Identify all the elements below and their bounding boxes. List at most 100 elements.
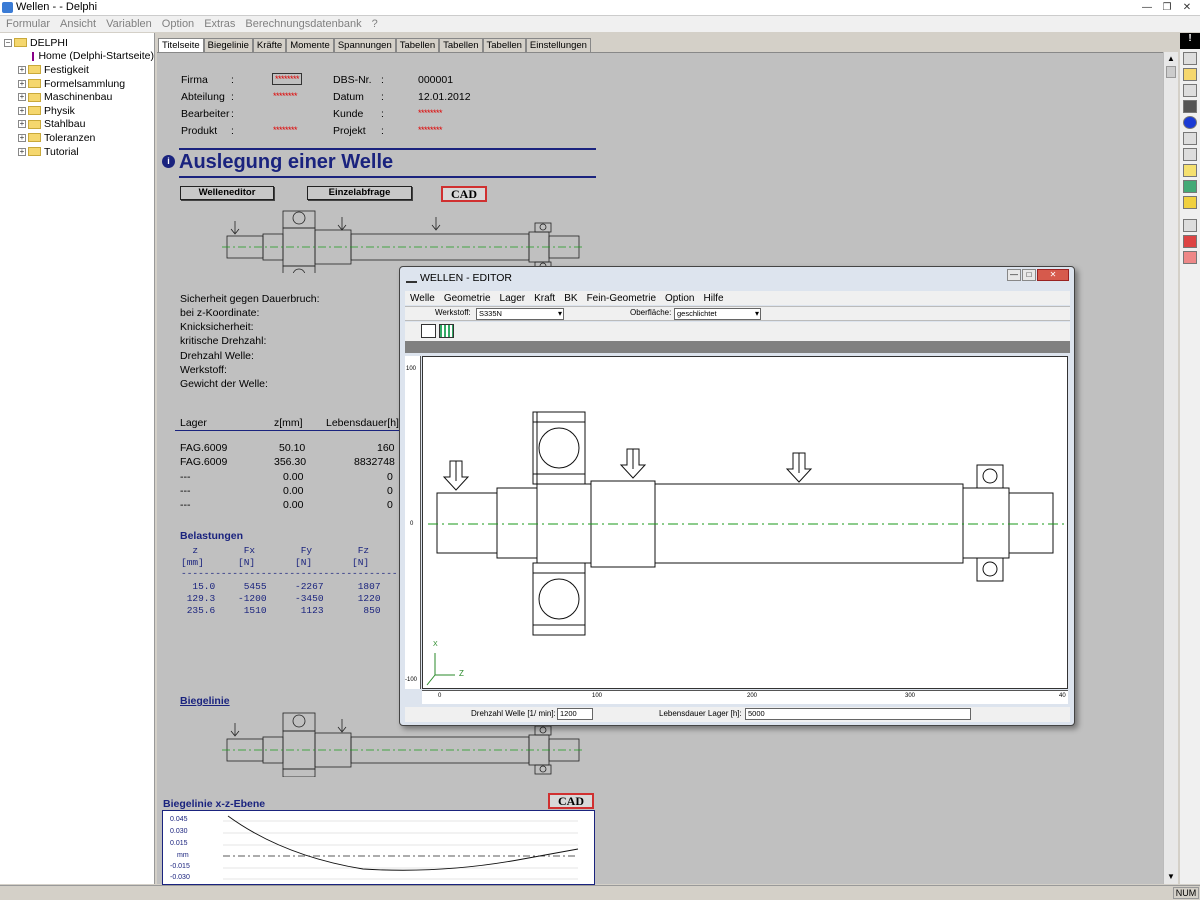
expand-icon[interactable]: +	[18, 133, 26, 142]
vertical-scrollbar[interactable]: ▲ ▼	[1163, 52, 1178, 884]
shaft-drawing	[426, 411, 1068, 686]
produkt-value[interactable]: ********	[273, 125, 298, 135]
folder-icon	[28, 133, 41, 143]
expand-icon[interactable]: +	[18, 120, 26, 129]
drehzahl-input[interactable]: 1200	[557, 708, 593, 720]
expand-icon[interactable]: +	[18, 106, 26, 115]
tree-item-stahlbau[interactable]: + Stahlbau	[4, 118, 154, 132]
expand-icon[interactable]: +	[18, 79, 26, 88]
scroll-thumb[interactable]	[1166, 66, 1176, 78]
preview-icon[interactable]	[1183, 132, 1197, 145]
folder-icon	[28, 79, 41, 89]
menu-extras[interactable]: Extras	[204, 18, 235, 30]
lebensdauer-input[interactable]: 5000	[745, 708, 971, 720]
minimize-icon[interactable]: —	[1007, 269, 1021, 281]
info-icon[interactable]	[1183, 116, 1197, 129]
ruler-tick: 100	[592, 693, 603, 699]
datum-value: 12.01.2012	[418, 91, 471, 103]
tab-spannungen[interactable]: Spannungen	[333, 38, 396, 52]
restore-icon[interactable]: ❐	[1158, 0, 1176, 14]
close-icon[interactable]: ✕	[1037, 269, 1069, 281]
shaft-drawing-canvas[interactable]: X Z	[422, 356, 1068, 689]
edit-icon[interactable]	[1183, 180, 1197, 193]
maximize-icon[interactable]: □	[1022, 269, 1036, 281]
result-knicksicherheit: Knicksicherheit:	[180, 321, 254, 333]
expand-icon[interactable]: +	[18, 93, 26, 102]
tree-root[interactable]: − DELPHI	[4, 36, 154, 50]
cad-button-biegelinie[interactable]: CAD	[548, 793, 594, 809]
expand-icon[interactable]: +	[18, 147, 26, 156]
info-icon[interactable]: i	[162, 155, 175, 168]
projekt-value[interactable]: ********	[418, 125, 443, 135]
collapse-icon[interactable]: −	[4, 38, 12, 47]
open-folder-icon[interactable]	[1183, 68, 1197, 81]
lebensdauer-header: Lebensdauer[h]	[326, 417, 399, 429]
tree-item-festigkeit[interactable]: + Festigkeit	[4, 63, 154, 77]
editor-menu-lager[interactable]: Lager	[500, 293, 526, 304]
tick-label: -0.015	[170, 863, 190, 870]
list-icon[interactable]	[1183, 251, 1197, 264]
folder-icon	[28, 106, 41, 116]
abteilung-value[interactable]: ********	[273, 91, 298, 101]
oberflaeche-select[interactable]: geschlichtet	[674, 308, 761, 320]
cad-button[interactable]: CAD	[441, 186, 487, 202]
kunde-value[interactable]: ********	[418, 108, 443, 118]
expand-icon[interactable]: +	[18, 65, 26, 74]
tab-kraefte[interactable]: Kräfte	[252, 38, 287, 52]
editor-menu-hilfe[interactable]: Hilfe	[704, 293, 724, 304]
tick-label: 0.030	[170, 828, 188, 835]
new-document-icon[interactable]	[1183, 52, 1197, 65]
editor-menu-bk[interactable]: BK	[564, 293, 577, 304]
welleneditor-button[interactable]: Welleneditor	[180, 186, 274, 200]
menu-option[interactable]: Option	[162, 18, 194, 30]
firma-value[interactable]: ********	[272, 73, 303, 85]
tab-momente[interactable]: Momente	[286, 38, 334, 52]
belastungen-separator: ----------------------------------------…	[181, 568, 432, 579]
tick-label: 0.045	[170, 816, 188, 823]
pin-icon[interactable]: !	[1180, 33, 1200, 49]
werkstoff-select[interactable]: S335N	[476, 308, 564, 320]
einzelabfrage-button[interactable]: Einzelabfrage	[307, 186, 412, 200]
scroll-up-icon[interactable]: ▲	[1166, 54, 1176, 64]
tree-item-formelsammlung[interactable]: + Formelsammlung	[4, 77, 154, 91]
editor-menu-kraft[interactable]: Kraft	[534, 293, 555, 304]
menu-help[interactable]: ?	[372, 18, 378, 30]
scroll-down-icon[interactable]: ▼	[1166, 872, 1176, 882]
tab-einstellungen[interactable]: Einstellungen	[525, 38, 591, 52]
z-header: z[mm]	[274, 417, 303, 429]
editor-menu-fein-geometrie[interactable]: Fein-Geometrie	[587, 293, 656, 304]
tree-item-tutorial[interactable]: + Tutorial	[4, 145, 154, 159]
table-icon[interactable]	[1183, 235, 1197, 248]
help-icon[interactable]	[1183, 164, 1197, 177]
editor-menu-welle[interactable]: Welle	[410, 293, 435, 304]
tab-tabellen-2[interactable]: Tabellen	[439, 38, 483, 52]
menu-ansicht[interactable]: Ansicht	[60, 18, 96, 30]
save-icon[interactable]	[1183, 84, 1197, 97]
grid-icon[interactable]	[439, 324, 454, 338]
minimize-icon[interactable]: —	[1138, 0, 1156, 14]
shaft-preview	[222, 210, 582, 273]
tab-titelseite[interactable]: Titelseite	[158, 38, 204, 52]
menu-formular[interactable]: Formular	[6, 18, 50, 30]
editor-menu-option[interactable]: Option	[665, 293, 694, 304]
tab-tabellen-1[interactable]: Tabellen	[395, 38, 440, 52]
tab-biegelinie[interactable]: Biegelinie	[203, 38, 253, 52]
close-icon[interactable]: ✕	[1178, 0, 1196, 14]
tree-item-maschinenbau[interactable]: + Maschinenbau	[4, 90, 154, 104]
tree-item-toleranzen[interactable]: + Toleranzen	[4, 131, 154, 145]
tab-tabellen-3[interactable]: Tabellen	[482, 38, 526, 52]
notes-icon[interactable]	[1183, 196, 1197, 209]
tree-item-physik[interactable]: + Physik	[4, 104, 154, 118]
menu-variablen[interactable]: Variablen	[106, 18, 152, 30]
shaft-view-icon[interactable]	[421, 324, 436, 338]
belastungen-header: z Fx Fy Fz Mbx	[181, 545, 432, 556]
menu-berechnungsdatenbank[interactable]: Berechnungsdatenbank	[245, 18, 361, 30]
colon: :	[231, 74, 234, 86]
editor-menu-geometrie[interactable]: Geometrie	[444, 293, 491, 304]
folder-icon	[28, 147, 41, 157]
tree-item-home[interactable]: Home (Delphi-Startseite)	[4, 50, 154, 64]
print-icon[interactable]	[1183, 148, 1197, 161]
tree-toggle-icon[interactable]	[1183, 219, 1197, 232]
bearbeiter-label: Bearbeiter	[181, 108, 230, 120]
export-icon[interactable]	[1183, 100, 1197, 113]
